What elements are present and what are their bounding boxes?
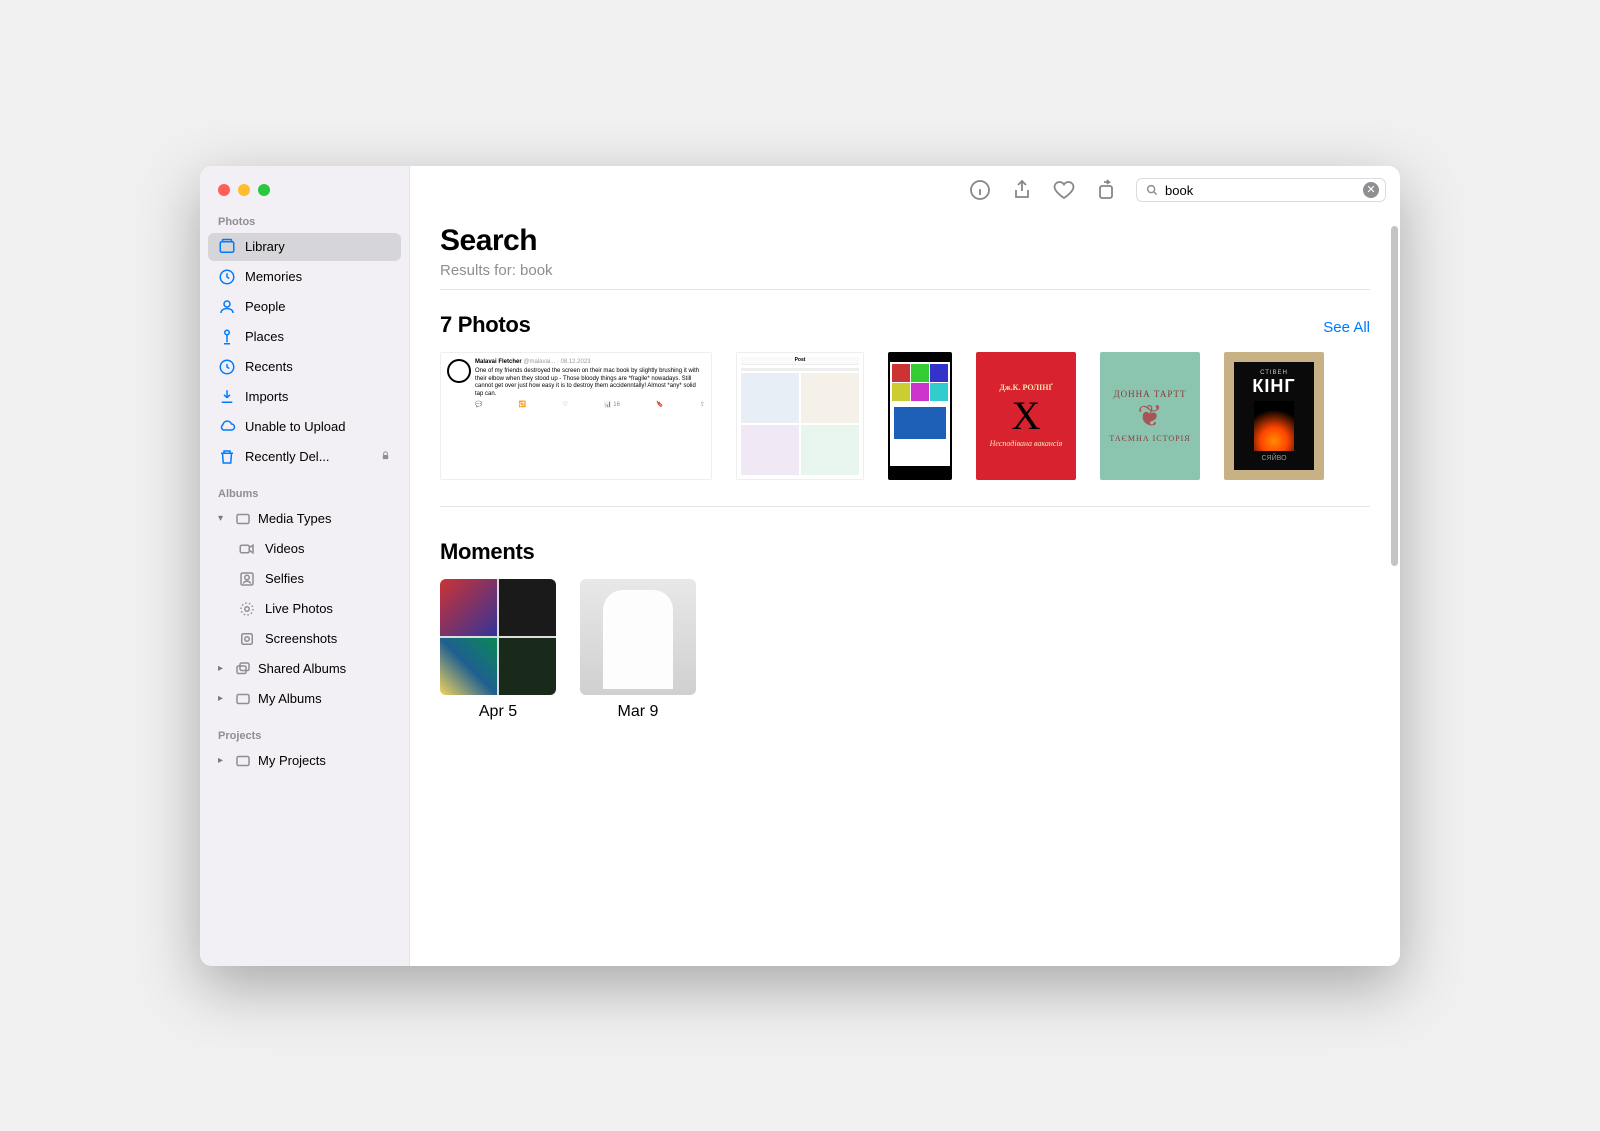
moments-section-header: Moments	[440, 539, 1370, 565]
library-icon	[218, 238, 236, 256]
photo-thumbnail[interactable]: ДОННА ТАРТТ ❦ ТАЄМНА ІСТОРІЯ	[1100, 352, 1200, 480]
sidebar-item-label: Unable to Upload	[245, 419, 345, 434]
photos-heading: 7 Photos	[440, 312, 531, 338]
sidebar-item-people[interactable]: People	[208, 293, 401, 321]
sidebar-item-label: Videos	[265, 541, 305, 556]
moments-heading: Moments	[440, 539, 534, 565]
main-content: ✕ Search Results for: book 7 Photos See …	[410, 166, 1400, 966]
sidebar-item-label: My Projects	[258, 753, 326, 768]
live-photos-icon	[238, 600, 256, 618]
sidebar-item-label: Shared Albums	[258, 661, 346, 676]
sidebar: Photos Library Memories People Places	[200, 166, 410, 966]
photo-thumbnail[interactable]: СТІВЕН КІНГ СЯЙВО	[1224, 352, 1324, 480]
search-field[interactable]: ✕	[1136, 178, 1386, 202]
album-icon	[234, 690, 252, 708]
sidebar-item-my-projects[interactable]: ▸ My Projects	[208, 747, 401, 775]
sidebar-item-my-albums[interactable]: ▸ My Albums	[208, 685, 401, 713]
sidebar-item-label: Places	[245, 329, 284, 344]
section-heading-albums: Albums	[200, 482, 409, 504]
sidebar-item-videos[interactable]: Videos	[208, 535, 401, 563]
moment-item[interactable]: Mar 9	[580, 579, 696, 721]
sidebar-item-label: Recently Del...	[245, 449, 330, 464]
video-icon	[238, 540, 256, 558]
window-controls	[200, 180, 409, 210]
project-icon	[234, 752, 252, 770]
info-button[interactable]	[968, 178, 992, 202]
photo-thumbnail[interactable]: Malavai Fletcher @malavai... · 08.12.202…	[440, 352, 712, 480]
sidebar-item-label: Imports	[245, 389, 288, 404]
sidebar-item-shared-albums[interactable]: ▸ Shared Albums	[208, 655, 401, 683]
screenshot-icon	[238, 630, 256, 648]
sidebar-item-screenshots[interactable]: Screenshots	[208, 625, 401, 653]
sidebar-item-label: Memories	[245, 269, 302, 284]
sidebar-item-live-photos[interactable]: Live Photos	[208, 595, 401, 623]
sidebar-item-library[interactable]: Library	[208, 233, 401, 261]
photo-thumbnail[interactable]: Post	[736, 352, 864, 480]
imports-icon	[218, 388, 236, 406]
moment-item[interactable]: Apr 5	[440, 579, 556, 721]
sidebar-item-label: Selfies	[265, 571, 304, 586]
favorite-button[interactable]	[1052, 178, 1076, 202]
minimize-button[interactable]	[238, 184, 250, 196]
sidebar-item-recents[interactable]: Recents	[208, 353, 401, 381]
chevron-right-icon: ▸	[218, 663, 228, 674]
app-window: Photos Library Memories People Places	[200, 166, 1400, 966]
places-icon	[218, 328, 236, 346]
trash-icon	[218, 448, 236, 466]
photos-section-header: 7 Photos See All	[440, 312, 1370, 338]
sidebar-item-selfies[interactable]: Selfies	[208, 565, 401, 593]
selfie-icon	[238, 570, 256, 588]
sidebar-item-imports[interactable]: Imports	[208, 383, 401, 411]
chevron-right-icon: ▸	[218, 693, 228, 704]
chevron-down-icon: ▾	[218, 513, 228, 524]
close-button[interactable]	[218, 184, 230, 196]
shared-icon	[234, 660, 252, 678]
people-icon	[218, 298, 236, 316]
moments-grid: Apr 5 Mar 9	[440, 579, 1370, 721]
cloud-icon	[218, 418, 236, 436]
avatar-icon	[447, 359, 471, 383]
see-all-link[interactable]: See All	[1323, 319, 1370, 336]
clear-search-button[interactable]: ✕	[1363, 182, 1379, 198]
sidebar-item-unable-upload[interactable]: Unable to Upload	[208, 413, 401, 441]
toolbar: ✕	[410, 166, 1400, 216]
sidebar-item-media-types[interactable]: ▾ Media Types	[208, 505, 401, 533]
sidebar-item-label: Library	[245, 239, 285, 254]
photo-grid: Malavai Fletcher @malavai... · 08.12.202…	[440, 352, 1370, 507]
search-input[interactable]	[1165, 183, 1357, 198]
scrollbar[interactable]	[1391, 226, 1398, 566]
section-heading-photos: Photos	[200, 210, 409, 232]
moment-label: Mar 9	[618, 703, 659, 721]
sidebar-item-label: My Albums	[258, 691, 322, 706]
memories-icon	[218, 268, 236, 286]
clock-icon	[218, 358, 236, 376]
search-icon	[1145, 183, 1159, 197]
chevron-right-icon: ▸	[218, 755, 228, 766]
results-for: Results for: book	[440, 262, 1370, 290]
sidebar-item-recently-deleted[interactable]: Recently Del...	[208, 443, 401, 471]
lock-icon	[380, 450, 391, 464]
sidebar-item-label: Media Types	[258, 511, 331, 526]
sidebar-item-places[interactable]: Places	[208, 323, 401, 351]
sidebar-item-memories[interactable]: Memories	[208, 263, 401, 291]
content-scroll-area[interactable]: Search Results for: book 7 Photos See Al…	[410, 216, 1400, 966]
photo-thumbnail[interactable]: Дж.К. РОЛІНҐ X Несподівана вакансія	[976, 352, 1076, 480]
page-title: Search	[440, 224, 1370, 258]
sidebar-item-label: People	[245, 299, 285, 314]
photo-thumbnail[interactable]	[888, 352, 952, 480]
folder-icon	[234, 510, 252, 528]
sidebar-item-label: Screenshots	[265, 631, 337, 646]
maximize-button[interactable]	[258, 184, 270, 196]
section-heading-projects: Projects	[200, 724, 409, 746]
moment-label: Apr 5	[479, 703, 517, 721]
rotate-button[interactable]	[1094, 178, 1118, 202]
sidebar-item-label: Live Photos	[265, 601, 333, 616]
sidebar-item-label: Recents	[245, 359, 293, 374]
share-button[interactable]	[1010, 178, 1034, 202]
